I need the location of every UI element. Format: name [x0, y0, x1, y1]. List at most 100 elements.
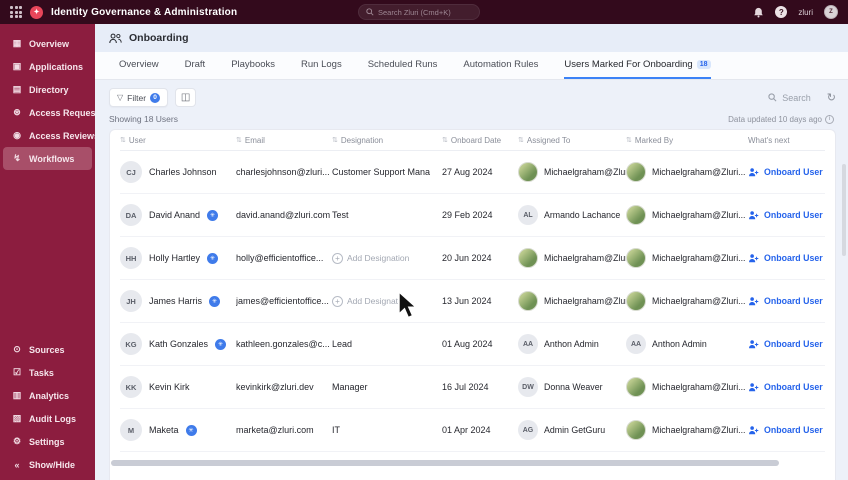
- tab-automation-rules[interactable]: Automation Rules: [463, 52, 538, 79]
- vertical-scrollbar[interactable]: [842, 164, 846, 256]
- sidebar-item-tasks[interactable]: ☑ Tasks: [3, 361, 92, 384]
- onboard-user-link[interactable]: Onboard User: [748, 167, 825, 178]
- sort-icon[interactable]: ⇅: [236, 136, 242, 144]
- filter-button[interactable]: ▽ Filter 0: [109, 88, 169, 107]
- sidebar: ▦ Overview ▣ Applications ▤ Directory ⊛ Access …: [0, 24, 104, 480]
- onboard-date-cell: 29 Feb 2024: [442, 210, 493, 220]
- onboard-user-label: Onboard User: [764, 210, 823, 220]
- horizontal-scrollbar[interactable]: [111, 460, 779, 466]
- table-row: DA David Anand ✳ david.anand@zluri.com Test 2…: [120, 194, 825, 237]
- user-cell[interactable]: M Maketa ✳: [120, 419, 236, 441]
- sort-icon[interactable]: ⇅: [518, 136, 524, 144]
- onboard-user-link[interactable]: Onboard User: [748, 425, 825, 436]
- marked-by-name: Michaelgraham@Zluri...: [652, 167, 746, 177]
- table-row: JH James Harris ✳ james@efficientoffice... +…: [120, 280, 825, 323]
- add-designation-button[interactable]: + Add Designation: [332, 252, 442, 264]
- user-cell[interactable]: JH James Harris ✳: [120, 290, 236, 312]
- user-avatar[interactable]: Z: [824, 5, 838, 19]
- tab-run-logs[interactable]: Run Logs: [301, 52, 342, 79]
- sidebar-item-access-reviews[interactable]: ◉ Access Reviews: [3, 124, 99, 147]
- sidebar-item-access-requests[interactable]: ⊛ Access Requests: [3, 101, 103, 124]
- data-updated-text: Data updated 10 days ago i: [728, 114, 834, 124]
- sidebar-item-sources[interactable]: ⊙ Sources: [3, 338, 92, 361]
- sort-icon[interactable]: ⇅: [626, 136, 632, 144]
- user-cell[interactable]: KG Kath Gonzales ✳: [120, 333, 236, 355]
- tab-label: Automation Rules: [463, 59, 539, 70]
- onboard-user-link[interactable]: Onboard User: [748, 253, 825, 264]
- user-name: James Harris: [149, 296, 203, 306]
- refresh-icon[interactable]: ↻: [827, 91, 836, 104]
- onboard-date-cell: 20 Jun 2024: [442, 253, 492, 263]
- marked-source-icon: ✳: [207, 252, 219, 264]
- sidebar-nav-top: ▦ Overview ▣ Applications ▤ Directory ⊛ Access …: [0, 32, 104, 170]
- help-icon[interactable]: ?: [775, 6, 788, 18]
- table-search-input[interactable]: Search: [768, 93, 811, 103]
- app-launcher-icon[interactable]: [10, 6, 22, 18]
- sidebar-item-audit-logs[interactable]: ▨ Audit Logs: [3, 407, 92, 430]
- sidebar-item-show-hide[interactable]: « Show/Hide: [3, 453, 92, 476]
- column-header-marked-by[interactable]: ⇅ Marked By: [626, 136, 748, 145]
- person-add-icon: [749, 210, 759, 219]
- user-avatar: JH: [120, 290, 142, 312]
- marked-by-name: Michaelgraham@Zluri...: [652, 425, 746, 435]
- user-cell[interactable]: KK Kevin Kirk: [120, 376, 236, 398]
- onboard-user-link[interactable]: Onboard User: [748, 296, 825, 307]
- tab-playbooks[interactable]: Playbooks: [231, 52, 275, 79]
- notifications-bell-icon[interactable]: [753, 7, 764, 18]
- column-header-label: Marked By: [634, 135, 674, 145]
- column-header-email[interactable]: ⇅ Email: [236, 136, 332, 145]
- tab-label: Playbooks: [231, 59, 276, 70]
- global-search-input[interactable]: Search Zluri (Cmd+K): [358, 4, 480, 20]
- sort-icon[interactable]: ⇅: [442, 136, 448, 144]
- sidebar-item-label: Access Requests: [29, 107, 104, 118]
- onboard-user-link[interactable]: Onboard User: [748, 339, 825, 350]
- tab-scheduled-runs[interactable]: Scheduled Runs: [368, 52, 438, 79]
- sidebar-item-workflows[interactable]: ↯ Workflows: [3, 147, 92, 170]
- module-header: Onboarding: [95, 24, 848, 52]
- email-cell: james@efficientoffice...: [236, 296, 329, 306]
- sidebar-item-label: Analytics: [29, 390, 70, 401]
- onboard-user-link[interactable]: Onboard User: [748, 210, 825, 221]
- user-cell[interactable]: CJ Charles Johnson: [120, 161, 236, 183]
- table-body: CJ Charles Johnson charlesjohnson@zluri...…: [120, 151, 825, 452]
- tab-users-marked-for-onboarding[interactable]: Users Marked For Onboarding 18: [564, 52, 711, 79]
- user-photo-avatar: [626, 420, 646, 440]
- onboard-date-cell: 16 Jul 2024: [442, 382, 489, 392]
- table-row: M Maketa ✳ marketa@zluri.com IT 01 Apr 2024 AG…: [120, 409, 825, 452]
- user-cell[interactable]: DA David Anand ✳: [120, 204, 236, 226]
- tab-draft[interactable]: Draft: [185, 52, 206, 79]
- sort-icon[interactable]: ⇅: [332, 136, 338, 144]
- user-initials-avatar: AL: [518, 205, 538, 225]
- sidebar-nav-bottom: ⊙ Sources ☑ Tasks ▥ Analytics ▨ Audit Logs ⚙ Sett…: [0, 338, 95, 476]
- table-search-placeholder: Search: [782, 92, 811, 103]
- top-app-bar: ✦ Identity Governance & Administration S…: [0, 0, 848, 24]
- onboard-date-cell: 13 Jun 2024: [442, 296, 492, 306]
- sidebar-item-applications[interactable]: ▣ Applications: [3, 55, 92, 78]
- user-cell[interactable]: HH Holly Hartley ✳: [120, 247, 236, 269]
- search-icon: [768, 93, 777, 102]
- table-toolbar: ▽ Filter 0 ◫ Search ↻: [109, 88, 836, 107]
- column-header-user[interactable]: ⇅ User: [120, 136, 236, 145]
- sidebar-item-directory[interactable]: ▤ Directory: [3, 78, 92, 101]
- column-header-designation[interactable]: ⇅ Designation: [332, 136, 442, 145]
- designation-cell: Customer Support Mana: [332, 167, 431, 177]
- tab-overview[interactable]: Overview: [119, 52, 159, 79]
- onboard-user-link[interactable]: Onboard User: [748, 382, 825, 393]
- info-icon[interactable]: i: [825, 114, 834, 124]
- tab-bar: Overview Draft Playbooks Run Logs Scheduled …: [95, 52, 848, 80]
- add-designation-label: Add Designation: [347, 253, 410, 263]
- designation-cell: IT: [332, 425, 340, 435]
- sidebar-item-overview[interactable]: ▦ Overview: [3, 32, 92, 55]
- column-header-assigned-to[interactable]: ⇅ Assigned To: [518, 136, 626, 145]
- column-header-onboard-date[interactable]: ⇅ Onboard Date: [442, 136, 518, 145]
- sort-icon[interactable]: ⇅: [120, 136, 126, 144]
- sidebar-item-label: Overview: [29, 38, 70, 49]
- add-designation-button[interactable]: + Add Designation: [332, 295, 442, 307]
- column-header-label: What's next: [748, 135, 790, 145]
- table-row: KG Kath Gonzales ✳ kathleen.gonzales@c... Le…: [120, 323, 825, 366]
- assigned-to-cell: AA Anthon Admin: [518, 334, 626, 354]
- account-name[interactable]: zluri: [798, 8, 813, 17]
- sidebar-item-analytics[interactable]: ▥ Analytics: [3, 384, 92, 407]
- sidebar-item-settings[interactable]: ⚙ Settings: [3, 430, 92, 453]
- column-settings-button[interactable]: ◫: [175, 88, 197, 107]
